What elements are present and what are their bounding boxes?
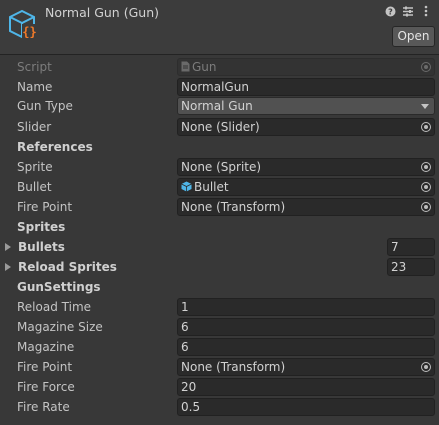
fire-point-value: None (Transform) bbox=[181, 200, 286, 214]
sprites-header: Sprites bbox=[17, 220, 66, 234]
svg-text:?: ? bbox=[388, 7, 393, 16]
settings-fire-point-field[interactable]: None (Transform) bbox=[177, 358, 435, 376]
fire-rate-field[interactable]: 0.5 bbox=[177, 398, 435, 416]
preset-icon[interactable] bbox=[402, 5, 414, 17]
reload-sprites-label[interactable]: Reload Sprites bbox=[18, 257, 117, 277]
gun-type-dropdown[interactable]: Normal Gun bbox=[177, 97, 435, 115]
gun-type-value: Normal Gun bbox=[181, 99, 253, 113]
reload-time-label: Reload Time bbox=[17, 300, 92, 314]
sprite-field[interactable]: None (Sprite) bbox=[177, 158, 435, 176]
object-picker-icon bbox=[421, 62, 431, 72]
gun-settings-header: GunSettings bbox=[17, 280, 101, 294]
object-picker-icon[interactable] bbox=[421, 122, 431, 132]
script-row: Script Gun bbox=[0, 57, 439, 77]
bullet-value: Bullet bbox=[194, 180, 229, 194]
script-label: Script bbox=[17, 60, 52, 74]
settings-fire-point-label: Fire Point bbox=[17, 360, 73, 374]
references-section: References bbox=[0, 137, 439, 157]
object-picker-icon[interactable] bbox=[421, 182, 431, 192]
slider-field[interactable]: None (Slider) bbox=[177, 118, 435, 136]
magazine-field[interactable]: 6 bbox=[177, 338, 435, 356]
slider-row: Slider None (Slider) bbox=[0, 117, 439, 137]
fire-rate-row: Fire Rate 0.5 bbox=[0, 397, 439, 417]
bullet-row: Bullet Bullet bbox=[0, 177, 439, 197]
chevron-down-icon bbox=[421, 104, 429, 109]
magazine-size-row: Magazine Size 6 bbox=[0, 317, 439, 337]
fire-point-field[interactable]: None (Transform) bbox=[177, 198, 435, 216]
bullets-size-field[interactable]: 7 bbox=[387, 238, 435, 256]
more-icon[interactable] bbox=[420, 5, 432, 17]
open-button[interactable]: Open bbox=[392, 26, 435, 47]
gun-type-label: Gun Type bbox=[17, 99, 73, 113]
settings-fire-point-value: None (Transform) bbox=[181, 360, 286, 374]
sprite-row: Sprite None (Sprite) bbox=[0, 157, 439, 177]
foldout-arrow-icon[interactable] bbox=[5, 243, 11, 251]
sprite-label: Sprite bbox=[17, 160, 53, 174]
bullets-label[interactable]: Bullets bbox=[18, 237, 65, 257]
magazine-size-field[interactable]: 6 bbox=[177, 318, 435, 336]
bullets-foldout-row[interactable]: Bullets 7 bbox=[0, 237, 439, 257]
fire-force-row: Fire Force 20 bbox=[0, 377, 439, 397]
script-field: Gun bbox=[177, 58, 435, 76]
magazine-row: Magazine 6 bbox=[0, 337, 439, 357]
sprites-section: Sprites bbox=[0, 217, 439, 237]
script-value: Gun bbox=[192, 60, 217, 74]
reload-sprites-foldout-row[interactable]: Reload Sprites 23 bbox=[0, 257, 439, 277]
header-icons: ? bbox=[384, 5, 432, 17]
fire-point-label: Fire Point bbox=[17, 200, 73, 214]
references-header: References bbox=[17, 140, 93, 154]
magazine-size-label: Magazine Size bbox=[17, 320, 103, 334]
reload-sprites-size-field[interactable]: 23 bbox=[387, 258, 435, 276]
reload-time-field[interactable]: 1 bbox=[177, 298, 435, 316]
svg-text:{}: {} bbox=[22, 25, 36, 39]
foldout-arrow-icon[interactable] bbox=[5, 263, 11, 271]
script-file-icon bbox=[181, 61, 190, 72]
gun-settings-section: GunSettings bbox=[0, 277, 439, 297]
object-picker-icon[interactable] bbox=[421, 202, 431, 212]
prefab-icon bbox=[181, 181, 192, 192]
bullet-field[interactable]: Bullet bbox=[177, 178, 435, 196]
slider-label: Slider bbox=[17, 120, 52, 134]
name-field[interactable]: NormalGun bbox=[177, 78, 435, 96]
fire-force-field[interactable]: 20 bbox=[177, 378, 435, 396]
slider-value: None (Slider) bbox=[181, 120, 260, 134]
help-icon[interactable]: ? bbox=[384, 5, 396, 17]
fire-rate-label: Fire Rate bbox=[17, 400, 70, 414]
inspector-header: {} Normal Gun (Gun) ? Open bbox=[0, 0, 439, 55]
object-picker-icon[interactable] bbox=[421, 162, 431, 172]
name-label: Name bbox=[17, 80, 53, 94]
fire-force-label: Fire Force bbox=[17, 380, 75, 394]
bullet-label: Bullet bbox=[17, 180, 52, 194]
gun-type-row: Gun Type Normal Gun bbox=[0, 96, 439, 116]
settings-fire-point-row: Fire Point None (Transform) bbox=[0, 357, 439, 377]
name-row: Name NormalGun bbox=[0, 77, 439, 97]
fire-point-row: Fire Point None (Transform) bbox=[0, 197, 439, 217]
script-asset-icon: {} bbox=[9, 9, 37, 39]
reload-time-row: Reload Time 1 bbox=[0, 297, 439, 317]
component-title: Normal Gun (Gun) bbox=[45, 5, 159, 20]
magazine-label: Magazine bbox=[17, 340, 75, 354]
object-picker-icon[interactable] bbox=[421, 362, 431, 372]
sprite-value: None (Sprite) bbox=[181, 160, 262, 174]
